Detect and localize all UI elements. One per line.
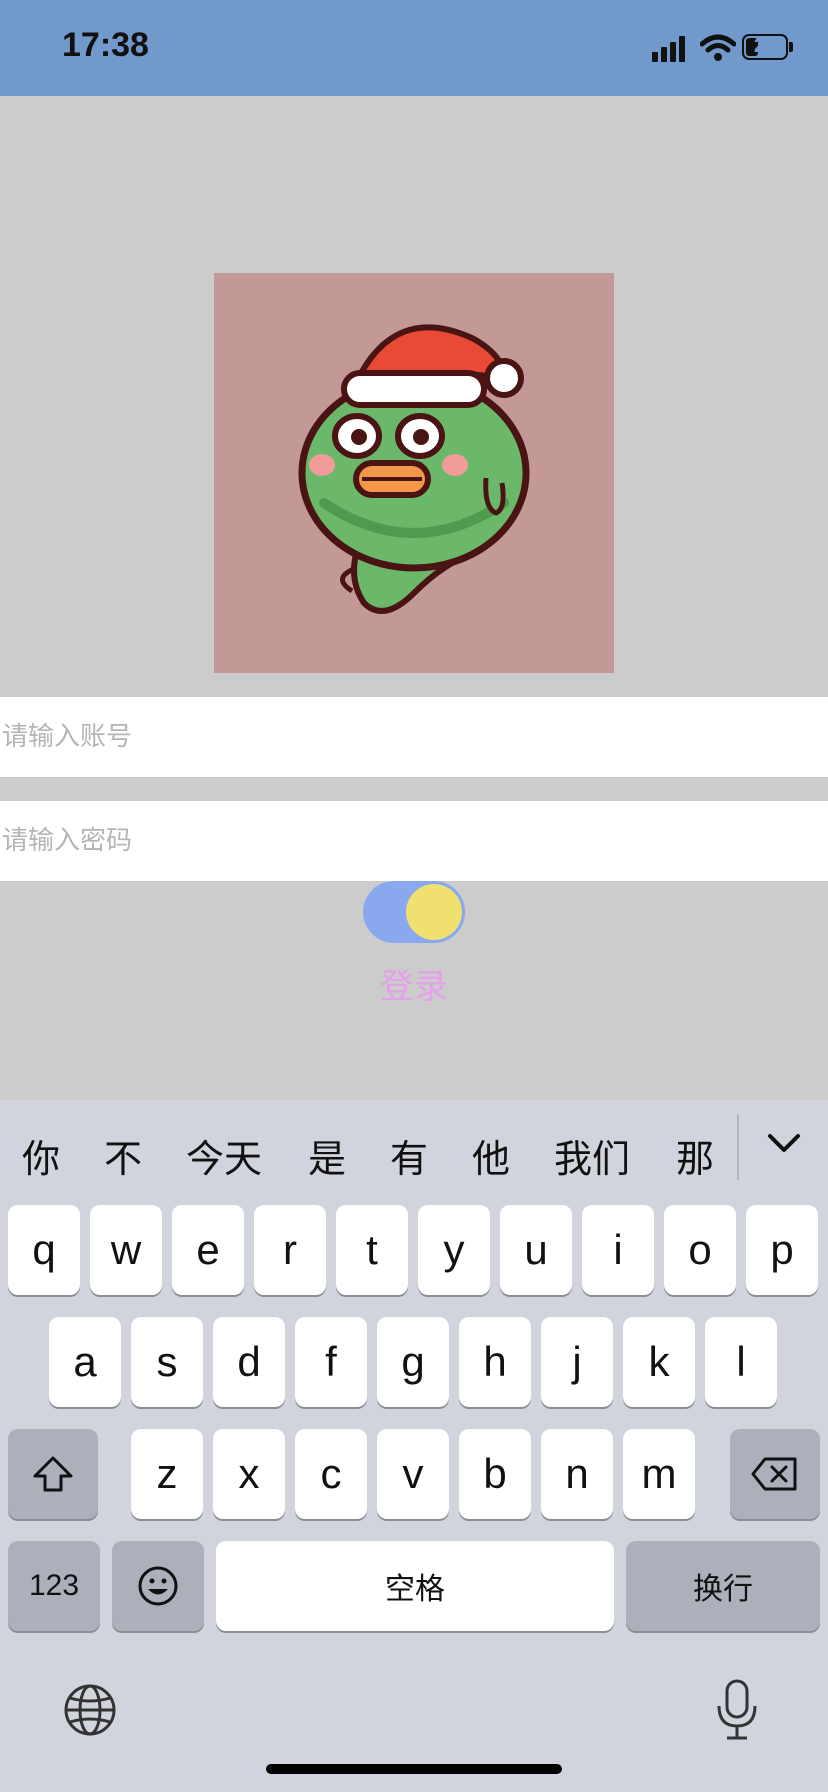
globe-icon[interactable] xyxy=(62,1682,118,1738)
status-bar: 17:38 28 xyxy=(0,0,828,96)
candidate-word[interactable]: 他 xyxy=(472,1128,510,1183)
key-n[interactable]: n xyxy=(541,1429,613,1519)
account-field[interactable] xyxy=(0,697,828,777)
key-q[interactable]: q xyxy=(8,1205,80,1295)
key-m[interactable]: m xyxy=(623,1429,695,1519)
candidate-word[interactable]: 是 xyxy=(308,1128,346,1183)
return-key[interactable]: 换行 xyxy=(626,1541,820,1631)
key-k[interactable]: k xyxy=(623,1317,695,1407)
login-button[interactable]: 登录 xyxy=(300,958,528,1009)
key-l[interactable]: l xyxy=(705,1317,777,1407)
key-g[interactable]: g xyxy=(377,1317,449,1407)
backspace-icon xyxy=(751,1457,797,1491)
toggle-switch[interactable] xyxy=(363,881,465,943)
cellular-signal-icon xyxy=(652,36,685,62)
key-e[interactable]: e xyxy=(172,1205,244,1295)
emoji-icon xyxy=(138,1566,178,1606)
candidate-word[interactable]: 你 xyxy=(22,1128,60,1183)
key-p[interactable]: p xyxy=(746,1205,818,1295)
key-x[interactable]: x xyxy=(213,1429,285,1519)
candidate-bar: 你 不 今天 是 有 他 我们 那 xyxy=(0,1100,828,1200)
toggle-knob xyxy=(406,884,462,940)
key-z[interactable]: z xyxy=(131,1429,203,1519)
key-d[interactable]: d xyxy=(213,1317,285,1407)
candidate-word[interactable]: 今天 xyxy=(186,1128,262,1183)
key-s[interactable]: s xyxy=(131,1317,203,1407)
emoji-key[interactable] xyxy=(112,1541,204,1631)
key-j[interactable]: j xyxy=(541,1317,613,1407)
key-r[interactable]: r xyxy=(254,1205,326,1295)
home-indicator xyxy=(266,1764,562,1774)
key-o[interactable]: o xyxy=(664,1205,736,1295)
space-key[interactable]: 空格 xyxy=(216,1541,614,1631)
delete-key[interactable] xyxy=(730,1429,820,1519)
candidate-word[interactable]: 我们 xyxy=(554,1128,630,1183)
keyboard: 你 不 今天 是 有 他 我们 那 q w e r t y u i o p a … xyxy=(0,1100,828,1792)
battery-level: 28 xyxy=(753,35,777,57)
chevron-down-icon[interactable] xyxy=(766,1132,802,1156)
key-u[interactable]: u xyxy=(500,1205,572,1295)
shift-key[interactable] xyxy=(8,1429,98,1519)
shift-icon xyxy=(33,1456,73,1492)
key-t[interactable]: t xyxy=(336,1205,408,1295)
password-input[interactable] xyxy=(0,801,828,881)
numbers-key[interactable]: 123 xyxy=(8,1541,100,1631)
password-field[interactable] xyxy=(0,801,828,881)
avatar-image xyxy=(214,273,614,673)
candidate-word[interactable]: 那 xyxy=(676,1128,714,1183)
account-input[interactable] xyxy=(0,697,828,777)
key-c[interactable]: c xyxy=(295,1429,367,1519)
candidate-word[interactable]: 不 xyxy=(104,1128,142,1183)
wifi-icon xyxy=(700,34,736,61)
battery-icon: 28 xyxy=(742,34,788,60)
microphone-icon[interactable] xyxy=(714,1678,760,1742)
key-i[interactable]: i xyxy=(582,1205,654,1295)
key-a[interactable]: a xyxy=(49,1317,121,1407)
candidate-word[interactable]: 有 xyxy=(390,1128,428,1183)
key-y[interactable]: y xyxy=(418,1205,490,1295)
key-h[interactable]: h xyxy=(459,1317,531,1407)
status-time: 17:38 xyxy=(62,26,149,64)
key-b[interactable]: b xyxy=(459,1429,531,1519)
key-f[interactable]: f xyxy=(295,1317,367,1407)
key-w[interactable]: w xyxy=(90,1205,162,1295)
key-v[interactable]: v xyxy=(377,1429,449,1519)
green-fish-santa-hat-icon xyxy=(298,324,530,614)
